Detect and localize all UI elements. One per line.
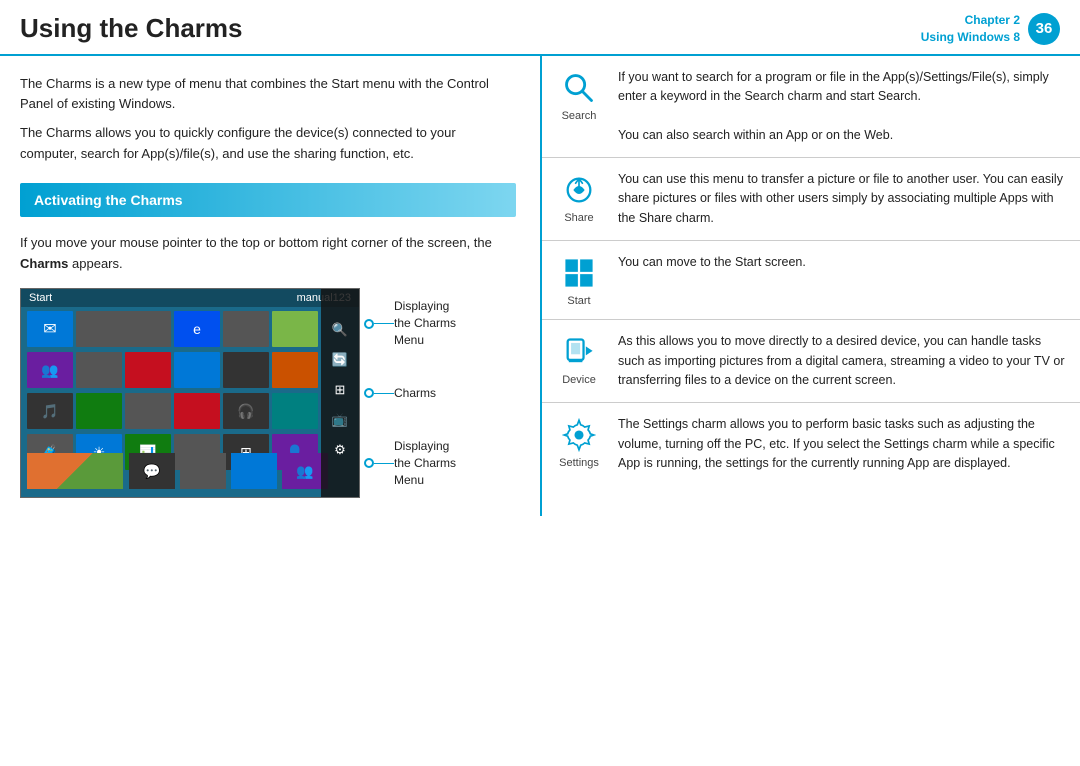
callout-line-top: [374, 323, 394, 324]
activating-paragraph: If you move your mouse pointer to the to…: [20, 233, 516, 275]
tile-ie: e: [174, 311, 220, 347]
page-title: Using the Charms: [20, 13, 243, 44]
settings-icon-col: Settings: [552, 415, 606, 469]
tile-12: [272, 352, 318, 388]
section-activating-header: Activating the Charms: [20, 183, 516, 217]
tile-6: [272, 311, 318, 347]
tile-14: [76, 393, 122, 429]
charm-row-share: Share You can use this menu to transfer …: [542, 158, 1080, 241]
charm-device-small: 📺: [329, 409, 351, 431]
charm-row-search: Search If you want to search for a progr…: [542, 56, 1080, 159]
page-header: Using the Charms Chapter 2 Using Windows…: [0, 0, 1080, 56]
start-icon-col: Start: [552, 253, 606, 307]
chapter-text: Chapter 2 Using Windows 8: [921, 12, 1020, 46]
device-description: As this allows you to move directly to a…: [618, 332, 1070, 390]
settings-icon: [561, 417, 597, 453]
tile-15: [125, 393, 171, 429]
tile-8: [76, 352, 122, 388]
intro-paragraph-2: The Charms allows you to quickly configu…: [20, 123, 516, 165]
tile-photo: [27, 453, 123, 489]
start-description: You can move to the Start screen.: [618, 253, 1070, 272]
tile-bottom-4: [231, 453, 277, 489]
left-column: The Charms is a new type of menu that co…: [0, 56, 540, 517]
settings-label: Settings: [559, 457, 599, 469]
charms-sidebar-screenshot: 🔍 🔄 ⊞ 📺 ⚙: [321, 289, 359, 497]
right-column: Search If you want to search for a progr…: [540, 56, 1080, 517]
charm-settings-small: ⚙: [329, 439, 351, 461]
search-label: Search: [562, 110, 597, 122]
callout-dot-top: [364, 319, 374, 329]
charm-row-device: Device As this allows you to move direct…: [542, 320, 1080, 403]
tile-16: [174, 393, 220, 429]
tile-9: [125, 352, 171, 388]
search-icon: [561, 70, 597, 106]
callouts-container: Displaying the Charms Menu Charms: [364, 288, 456, 498]
callout-bottom: Displaying the Charms Menu: [364, 438, 456, 488]
tiles-grid: ✉ e 👥 🎵 🎧: [21, 307, 359, 476]
screenshot-area: Start manual123 ✉ e 👥: [20, 288, 516, 498]
main-content: The Charms is a new type of menu that co…: [0, 56, 1080, 517]
device-icon: [561, 334, 597, 370]
tile-mail: ✉: [27, 311, 73, 347]
win-topbar: Start manual123: [21, 289, 359, 307]
share-icon-col: Share: [552, 170, 606, 224]
charm-share-small: 🔄: [329, 349, 351, 371]
callout-label-middle: Charms: [394, 385, 436, 402]
tile-bottom-3: [180, 453, 226, 489]
charm-row-start: Start You can move to the Start screen.: [542, 241, 1080, 320]
tile-18: [272, 393, 318, 429]
charm-start-small: ⊞: [329, 379, 351, 401]
chapter-badge: 36: [1028, 13, 1060, 45]
settings-description: The Settings charm allows you to perform…: [618, 415, 1070, 473]
tile-music: 🎵: [27, 393, 73, 429]
win-start-label: Start: [29, 292, 52, 304]
tile-wide-1: [76, 311, 171, 347]
tile-5: [223, 311, 269, 347]
windows8-screenshot: Start manual123 ✉ e 👥: [20, 288, 360, 498]
tile-10: [174, 352, 220, 388]
intro-paragraph-1: The Charms is a new type of menu that co…: [20, 74, 516, 116]
share-description: You can use this menu to transfer a pict…: [618, 170, 1070, 228]
charm-row-settings: Settings The Settings charm allows you t…: [542, 403, 1080, 485]
chapter-info: Chapter 2 Using Windows 8 36: [921, 12, 1060, 46]
charm-search-small: 🔍: [329, 319, 351, 341]
tile-skype: 💬: [129, 453, 175, 489]
callout-top: Displaying the Charms Menu: [364, 298, 456, 348]
share-label: Share: [564, 212, 593, 224]
callout-label-bottom: Displaying the Charms Menu: [394, 438, 456, 488]
callout-line-middle: [374, 393, 394, 394]
start-label: Start: [567, 295, 590, 307]
callout-dot-bottom: [364, 458, 374, 468]
share-icon: [561, 172, 597, 208]
callout-label-top: Displaying the Charms Menu: [394, 298, 456, 348]
start-icon: [561, 255, 597, 291]
tile-headphones: 🎧: [223, 393, 269, 429]
tile-people: 👥: [27, 352, 73, 388]
search-description: If you want to search for a program or f…: [618, 68, 1070, 146]
callout-dot-middle: [364, 388, 374, 398]
callout-line-bottom: [374, 463, 394, 464]
callout-middle: Charms: [364, 385, 456, 402]
tile-11: [223, 352, 269, 388]
device-icon-col: Device: [552, 332, 606, 386]
search-icon-col: Search: [552, 68, 606, 122]
device-label: Device: [562, 374, 596, 386]
